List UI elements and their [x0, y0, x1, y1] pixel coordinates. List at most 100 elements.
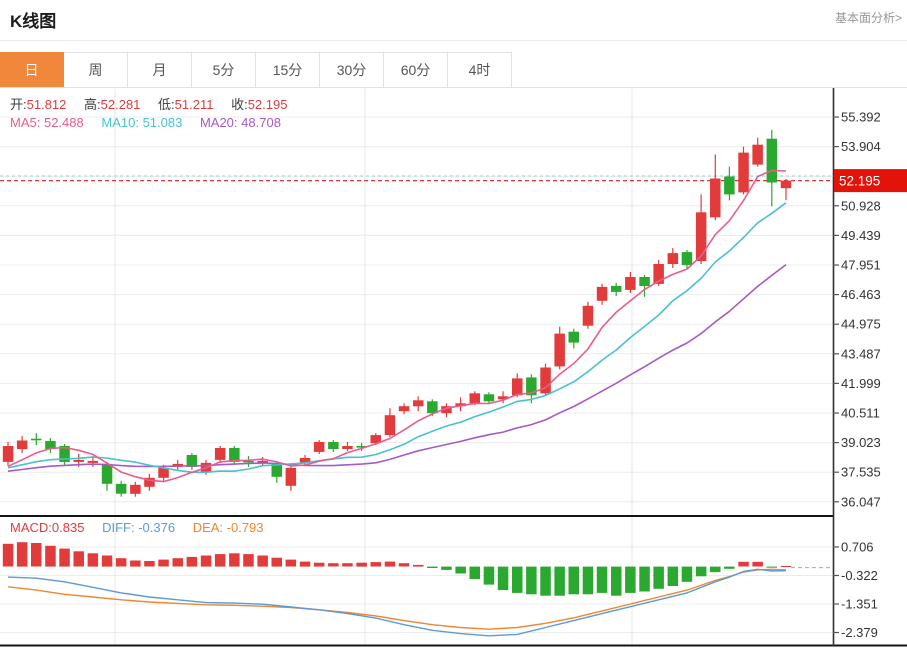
axis-tick-label: 50.928: [841, 198, 881, 213]
candle-body: [413, 400, 424, 406]
candle-body: [583, 306, 594, 326]
macd-bar: [470, 567, 481, 580]
tab-30分[interactable]: 30分: [320, 52, 384, 87]
macd-bar: [569, 567, 580, 595]
axis-tick-label: 36.047: [841, 494, 881, 509]
tab-月[interactable]: 月: [128, 52, 192, 87]
axis-tick-label: 47.951: [841, 258, 881, 273]
macd-bar: [413, 565, 424, 567]
dea-item: DEA: -0.793: [193, 520, 264, 535]
diff-label: DIFF:: [102, 520, 135, 535]
tab-日[interactable]: 日: [0, 52, 64, 87]
close-label: 收:: [231, 97, 248, 112]
macd-bar: [243, 554, 254, 567]
macd-label: MACD:: [10, 520, 52, 535]
macd-bar: [526, 567, 537, 595]
axis-tick-label: 41.999: [841, 376, 881, 391]
macd-item: MACD:0.835: [10, 520, 84, 535]
candle-body: [3, 446, 14, 462]
candle-body: [569, 332, 580, 343]
macd-bar: [668, 567, 679, 586]
candle-body: [554, 334, 565, 367]
macd-bar: [498, 567, 509, 591]
candle-body: [17, 441, 28, 450]
macd-bar: [724, 567, 735, 569]
macd-bar: [59, 549, 70, 567]
candle-body: [427, 401, 438, 413]
macd-bar: [102, 556, 113, 567]
ma10-item: MA10: 51.083: [101, 115, 182, 130]
last-price-tag-value: 52.195: [839, 173, 880, 188]
macd-bar: [314, 563, 325, 567]
candle-body: [639, 277, 650, 286]
fundamental-analysis-link[interactable]: 基本面分析>: [835, 9, 902, 26]
tab-5分[interactable]: 5分: [192, 52, 256, 87]
axis-tick-label: 55.392: [841, 110, 881, 125]
low-value: 51.211: [175, 97, 214, 112]
tab-周[interactable]: 周: [64, 52, 128, 87]
macd-bar: [342, 563, 353, 566]
macd-bar: [554, 567, 565, 596]
macd-bar: [88, 553, 99, 566]
tab-60分[interactable]: 60分: [384, 52, 448, 87]
macd-bar: [583, 567, 594, 595]
macd-bar: [173, 558, 184, 566]
candle-body: [470, 393, 481, 403]
macd-bar: [639, 567, 650, 592]
candle-body: [767, 139, 778, 183]
macd-bar: [187, 557, 198, 567]
macd-bar: [74, 551, 85, 566]
candle-body: [88, 461, 99, 463]
axis-tick-label: 44.975: [841, 317, 881, 332]
axis-tick-label: 37.535: [841, 465, 881, 480]
ohlc-info-bar: 开:51.812 高:52.281 低:51.211 收:52.195: [10, 94, 287, 113]
macd-value: 0.835: [52, 520, 85, 535]
macd-bar: [3, 544, 14, 567]
macd-bar: [653, 567, 664, 589]
candle-body: [696, 212, 707, 261]
macd-bar: [484, 567, 495, 585]
open-value: 51.812: [27, 97, 67, 112]
candle-body: [314, 442, 325, 452]
macd-bar: [286, 560, 297, 567]
open-label: 开:: [10, 97, 27, 112]
ma20-line: [8, 265, 786, 472]
tab-4时[interactable]: 4时: [448, 52, 512, 87]
candle-body: [328, 442, 339, 449]
interval-tabs: 日周月5分15分30分60分4时: [0, 52, 907, 88]
axis-tick-label: 43.487: [841, 346, 881, 361]
macd-bar: [682, 567, 693, 582]
macd-bar: [257, 556, 268, 567]
high-label: 高:: [84, 97, 101, 112]
macd-bar: [116, 558, 127, 566]
macd-bar: [625, 567, 636, 593]
candle-body: [611, 286, 622, 292]
axis-tick-label: -0.322: [841, 568, 878, 583]
ma10-label: MA10:: [101, 115, 139, 130]
macd-bar: [427, 567, 438, 568]
axis-tick-label: 53.904: [841, 139, 881, 154]
candle-body: [682, 252, 693, 265]
tab-15分[interactable]: 15分: [256, 52, 320, 87]
candle-body: [710, 179, 721, 218]
macd-bar: [611, 567, 622, 596]
macd-bar: [201, 556, 212, 567]
macd-bar: [17, 542, 28, 566]
macd-bar: [385, 562, 396, 567]
candle-body: [738, 153, 749, 193]
axis-tick-label: -1.351: [841, 597, 878, 612]
candle-body: [215, 448, 226, 460]
macd-bar: [144, 561, 155, 567]
page-title: K线图: [10, 7, 56, 32]
ma20-item: MA20: 48.708: [200, 115, 281, 130]
ma20-value: 48.708: [241, 115, 281, 130]
diff-item: DIFF: -0.376: [102, 520, 175, 535]
axis-tick-label: 49.439: [841, 228, 881, 243]
macd-bar: [710, 567, 721, 573]
candle-body: [342, 446, 353, 449]
macd-bar: [229, 553, 240, 566]
candle-body: [130, 485, 141, 494]
macd-bar: [31, 543, 42, 567]
macd-bar: [328, 563, 339, 566]
candle-body: [625, 277, 636, 290]
